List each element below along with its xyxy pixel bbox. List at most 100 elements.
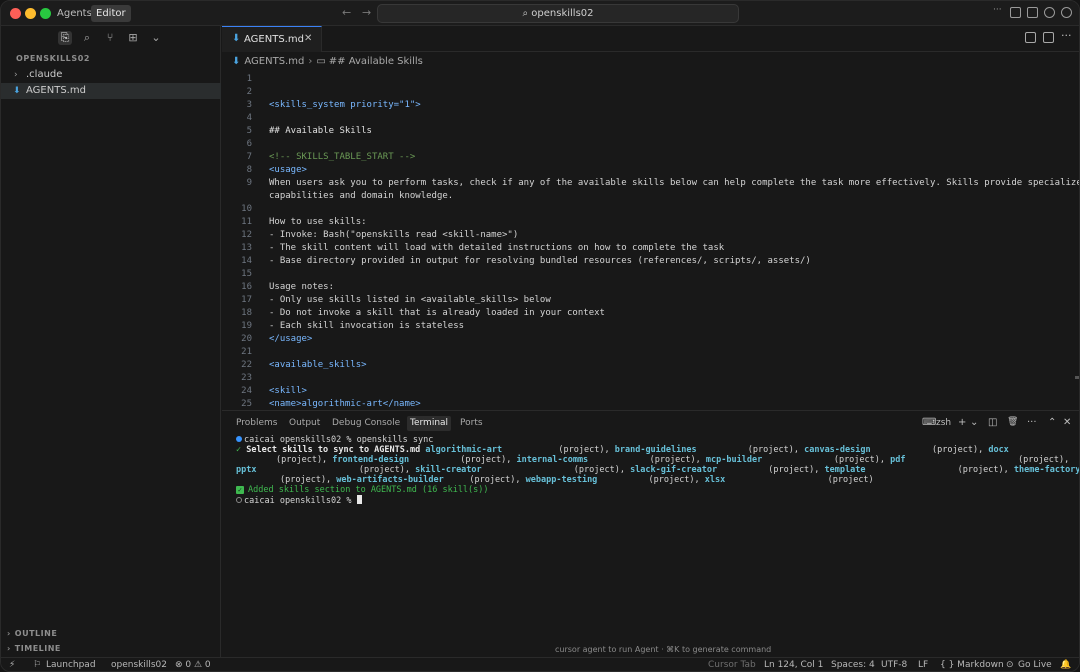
extensions-grid-icon[interactable]: ⊞ (126, 31, 140, 45)
settings-gear-icon[interactable] (1061, 7, 1072, 18)
more-icon[interactable]: ··· (993, 5, 1004, 16)
line-number: 9 (246, 178, 252, 188)
terminal-line: pptx (project), skill-creator (project),… (236, 465, 1079, 475)
code-line: 24 <skill> (222, 385, 1079, 398)
app-window: Agents Editor ← → ⌕ openskills02 ··· ⎘ ⌕… (0, 0, 1080, 672)
panel-tab-terminal[interactable]: Terminal (407, 416, 452, 431)
trash-icon[interactable]: 🗑 (1007, 417, 1018, 427)
branch-label[interactable]: openskills02 (111, 660, 167, 670)
editor-mode-tab[interactable]: Editor (91, 5, 131, 22)
line-number: 24 (241, 386, 252, 396)
skill-row: (project), frontend-design (project), in… (276, 455, 1074, 465)
skill-row: pptx (project), skill-creator (project),… (236, 465, 1079, 475)
code-line: 9 When users ask you to perform tasks, ch… (222, 177, 1079, 190)
launchpad-icon: ⚐ (33, 660, 42, 670)
code-line: 8 <usage> (222, 164, 1079, 177)
extensions-icon[interactable] (1044, 7, 1055, 18)
toggle-panel-icon[interactable] (1027, 7, 1038, 18)
close-window-button[interactable] (10, 8, 21, 19)
skill-scope: (project), (597, 475, 705, 485)
split-terminal-icon[interactable]: ◫ (988, 417, 997, 428)
code-line: 4 (222, 112, 1079, 125)
breadcrumb-symbol[interactable]: ## Available Skills (329, 56, 423, 67)
code-line: 7 <!-- SKILLS_TABLE_START --> (222, 151, 1079, 164)
tree-folder-claude[interactable]: › .claude (1, 67, 221, 83)
line-text: </usage> (269, 334, 313, 344)
line-text: <skill> (269, 386, 307, 396)
language-mode[interactable]: { } Markdown (940, 660, 1004, 670)
zoom-window-button[interactable] (40, 8, 51, 19)
close-icon[interactable]: ✕ (304, 33, 312, 44)
skill-name: canvas-design (804, 445, 871, 455)
chevron-down-icon[interactable]: ⌄ (970, 417, 978, 428)
outline-section[interactable]: › OUTLINE (7, 629, 57, 638)
terminal-cursor (356, 495, 362, 504)
terminal-line: caicai openskills02 % openskills sync (236, 435, 433, 445)
skill-scope: (project), (443, 475, 526, 485)
more-icon[interactable]: ··· (1027, 417, 1037, 428)
close-icon[interactable]: ✕ (1063, 417, 1071, 428)
terminal-icon: ⌨ (922, 417, 937, 428)
cursor-tab-status[interactable]: Cursor Tab (708, 660, 756, 670)
line-text: - The skill content will load with detai… (269, 243, 725, 253)
code-line: 1 (222, 73, 1079, 86)
remote-icon[interactable]: ⚡ (9, 660, 15, 670)
code-line: 16 Usage notes: (222, 281, 1079, 294)
line-text: ## Available Skills (269, 126, 372, 136)
line-number: 11 (241, 217, 252, 227)
skill-scope: (project) (725, 475, 879, 485)
open-preview-icon[interactable] (1025, 32, 1036, 43)
skill-name: webapp-testing (525, 475, 598, 485)
minimize-window-button[interactable] (25, 8, 36, 19)
problems-count[interactable]: ⊗ 0 ⚠ 0 (175, 660, 211, 670)
go-live-button[interactable]: Go Live (1018, 660, 1052, 670)
added-message: Added skills section to AGENTS.md (16 sk… (248, 485, 489, 495)
line-text: capabilities and domain knowledge. (269, 191, 454, 201)
files-icon[interactable]: ⎘ (58, 31, 72, 45)
back-arrow-icon[interactable]: ← (342, 6, 351, 19)
notifications-bell-icon[interactable]: 🔔 (1060, 660, 1071, 670)
eol-setting[interactable]: LF (918, 660, 928, 670)
panel-tab-ports[interactable]: Ports (457, 416, 486, 431)
cursor-position[interactable]: Ln 124, Col 1 (764, 660, 823, 670)
split-editor-icon[interactable] (1043, 32, 1054, 43)
breadcrumb: ⬇ AGENTS.md › ▭ ## Available Skills (232, 56, 423, 67)
chevron-down-icon[interactable]: ⌄ (149, 31, 163, 45)
code-view[interactable]: 1 2 3 <skills_system priority="1"> 4 5 ## Avai… (222, 73, 1079, 410)
command-center-search[interactable]: ⌕ openskills02 (377, 4, 739, 23)
breadcrumb-file[interactable]: AGENTS.md (244, 56, 304, 67)
tree-item-label: .claude (26, 69, 63, 80)
forward-arrow-icon[interactable]: → (362, 6, 371, 19)
line-number: 12 (241, 230, 252, 240)
scrollbar-thumb[interactable] (1075, 376, 1079, 379)
launchpad-button[interactable]: Launchpad (46, 660, 96, 670)
maximize-panel-icon[interactable]: ⌃ (1048, 417, 1056, 428)
code-line: 11 How to use skills: (222, 216, 1079, 229)
line-number: 10 (241, 204, 252, 214)
markdown-file-icon: ⬇ (232, 33, 241, 44)
indentation-setting[interactable]: Spaces: 4 (831, 660, 875, 670)
panel-tab-debug-console[interactable]: Debug Console (329, 416, 403, 431)
encoding-setting[interactable]: UTF-8 (881, 660, 907, 670)
panel-tab-problems[interactable]: Problems (233, 416, 280, 431)
code-line: 14 - Base directory provided in output fo… (222, 255, 1079, 268)
select-prefix: Select skills to sync to AGENTS.md (246, 445, 421, 455)
code-line: 17 - Only use skills listed in <available… (222, 294, 1079, 307)
symbol-icon: ▭ (316, 56, 326, 67)
line-number: 8 (246, 165, 252, 175)
go-live-icon: ⊙ (1006, 660, 1014, 670)
tree-file-agents-md[interactable]: ⬇ AGENTS.md (1, 83, 221, 99)
timeline-section[interactable]: › TIMELINE (7, 644, 61, 653)
editor-area: ⬇ AGENTS.md ✕ ··· ⬇ AGENTS.md › ▭ ## Availab… (222, 26, 1079, 410)
more-actions-icon[interactable]: ··· (1061, 29, 1072, 42)
search-icon[interactable]: ⌕ (80, 31, 94, 45)
skill-scope: (project), (502, 445, 615, 455)
workspace-header[interactable]: OPENSKILLS02 (16, 54, 90, 63)
skill-name: brand-guidelines (614, 445, 697, 455)
new-terminal-icon[interactable]: + (958, 417, 966, 428)
panel-tab-output[interactable]: Output (286, 416, 323, 431)
toggle-sidebar-icon[interactable] (1010, 7, 1021, 18)
source-control-icon[interactable]: ⑂ (103, 31, 117, 45)
tab-agents-md[interactable]: ⬇ AGENTS.md ✕ (222, 26, 322, 52)
shell-label[interactable]: zsh (936, 418, 951, 428)
